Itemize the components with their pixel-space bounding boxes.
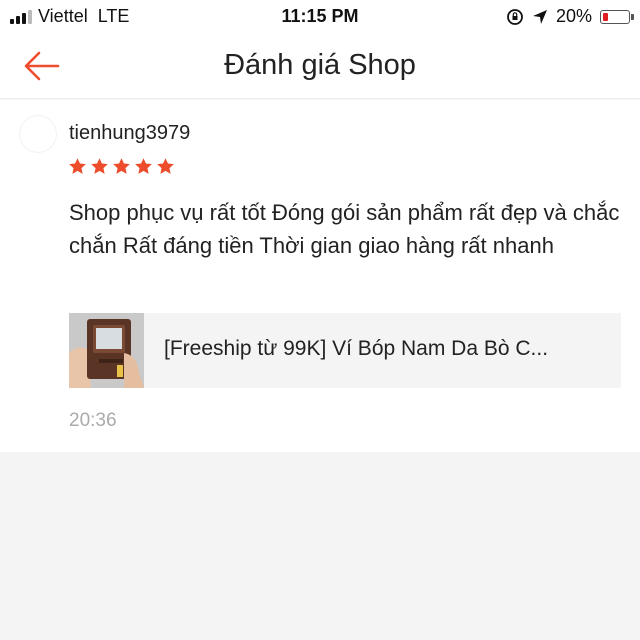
nav-bar: Đánh giá Shop <box>0 34 640 99</box>
star-icon <box>69 158 86 174</box>
review-text: Shop phục vụ rất tốt Đóng gói sản phẩm r… <box>69 200 620 258</box>
page-title: Đánh giá Shop <box>224 49 416 81</box>
review-card: tienhung3979 Shop phục vụ rất tốt Đóng g… <box>0 100 640 452</box>
star-icon <box>157 158 174 174</box>
star-icon <box>135 158 152 174</box>
star-icon <box>113 158 130 174</box>
product-thumbnail <box>69 313 144 388</box>
star-icon <box>91 158 108 174</box>
orientation-lock-icon <box>507 8 523 25</box>
battery-level <box>603 12 608 21</box>
status-right: 20% <box>506 6 634 27</box>
status-bar: Viettel LTE 11:15 PM 20% <box>0 0 640 34</box>
review-time: 20:36 <box>69 410 117 431</box>
avatar[interactable] <box>20 116 56 152</box>
rating-stars <box>68 157 175 176</box>
product-link[interactable]: [Freeship từ 99K] Ví Bóp Nam Da Bò C... <box>69 313 621 388</box>
reviewer-username: tienhung3979 <box>69 122 191 144</box>
battery-icon <box>600 9 634 24</box>
wallet-image-icon <box>69 313 144 388</box>
product-title: [Freeship từ 99K] Ví Bóp Nam Da Bò C... <box>164 337 549 360</box>
location-arrow-icon <box>532 9 547 24</box>
battery-percent: 20% <box>555 6 592 26</box>
